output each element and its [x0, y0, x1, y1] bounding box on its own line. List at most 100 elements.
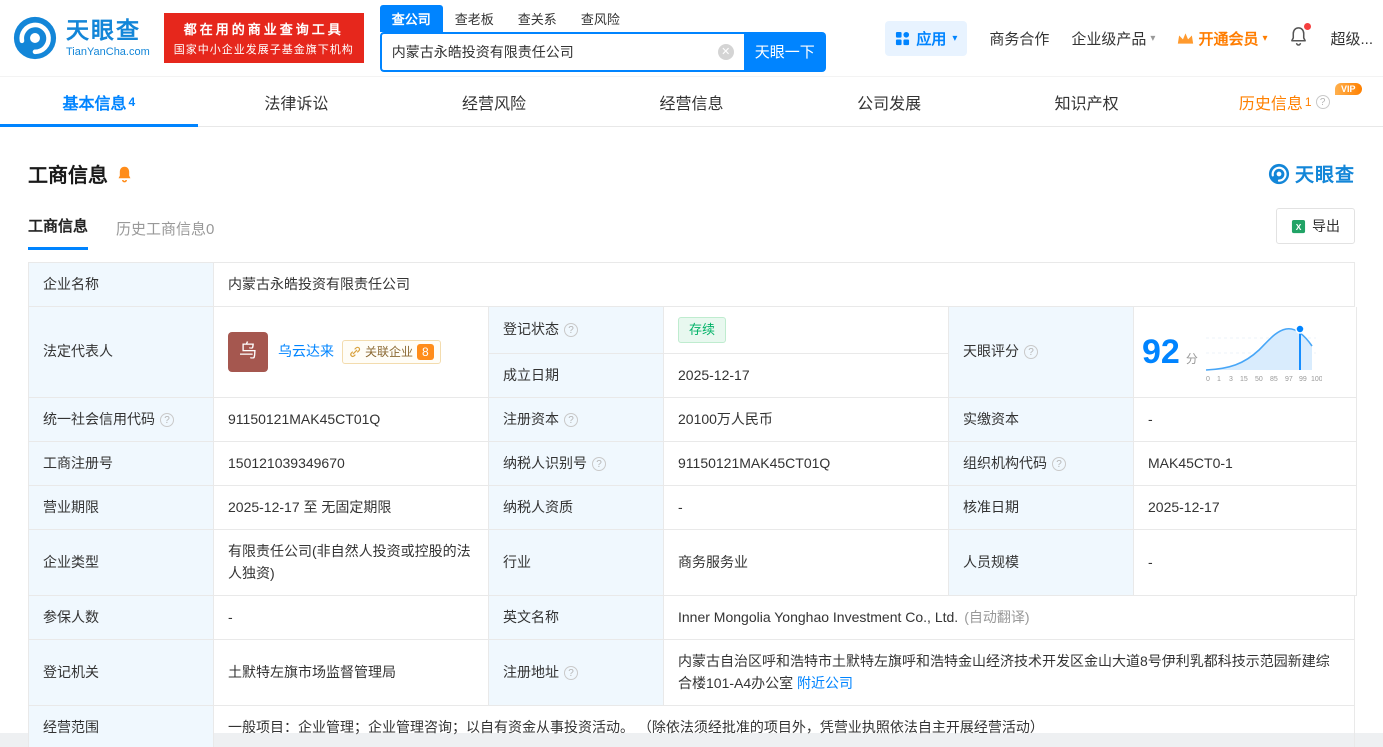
- field-value-approval-date: 2025-12-17: [1134, 486, 1357, 531]
- field-label-taxpayer-quality: 纳税人资质: [489, 486, 664, 531]
- legal-rep-link[interactable]: 乌云达来: [278, 341, 334, 363]
- search-tab-company[interactable]: 查公司: [379, 4, 443, 32]
- search-tab-risk[interactable]: 查风险: [569, 5, 632, 32]
- table-row: 经营范围 一般项目：企业管理；企业管理咨询；以自有资金从事投资活动。 （除依法须…: [29, 706, 1355, 747]
- table-row: 工商注册号 150121039349670 纳税人识别号 ? 91150121M…: [29, 442, 1357, 487]
- field-value-score[interactable]: 92 分 0 1 3 15 50 85 97 99 100: [1134, 307, 1357, 399]
- apps-grid-icon: [896, 31, 910, 45]
- org-code-label-text: 组织机构代码: [963, 454, 1047, 471]
- svg-text:99: 99: [1299, 376, 1307, 383]
- field-value-english-name: Inner Mongolia Yonghao Investment Co., L…: [664, 596, 1355, 641]
- field-value-reg-address: 内蒙古自治区呼和浩特市土默特左旗呼和浩特金山经济技术开发区金山大道8号伊利乳都科…: [664, 640, 1355, 707]
- subtab-business-info[interactable]: 工商信息: [28, 215, 89, 250]
- field-value-insured-count: -: [214, 596, 489, 641]
- tab-legal-litigation-label: 法律诉讼: [264, 95, 329, 113]
- search-input[interactable]: [391, 43, 718, 60]
- svg-text:100: 100: [1311, 376, 1322, 383]
- search-area: 查公司 查老板 查关系 查风险 ✕ 天眼一下: [379, 4, 826, 72]
- field-value-staff-size: -: [1134, 530, 1357, 597]
- subtabs-row: 工商信息 历史工商信息0 X 导出: [28, 208, 1355, 250]
- nav-open-vip[interactable]: 开通会员 ▾: [1177, 28, 1267, 49]
- tab-basic-info[interactable]: 基本信息 4: [0, 77, 198, 127]
- nav-enterprise-label: 企业级产品: [1071, 30, 1147, 48]
- table-row: 企业类型 有限责任公司(非自然人投资或控股的法人独资) 行业 商务服务业 人员规…: [29, 530, 1357, 597]
- field-value-taxpayer-id: 91150121MAK45CT01Q: [664, 442, 949, 487]
- help-icon[interactable]: ?: [564, 323, 578, 338]
- avatar[interactable]: 乌: [228, 332, 268, 373]
- tab-company-development[interactable]: 公司发展: [790, 77, 988, 126]
- field-label-reg-number: 工商注册号: [29, 442, 214, 487]
- nav-super[interactable]: 超级...: [1330, 28, 1373, 49]
- page: 天眼查 TianYanCha.com 都在用的商业查询工具 国家中小企业发展子基…: [0, 0, 1383, 747]
- tab-legal-litigation[interactable]: 法律诉讼: [198, 77, 396, 126]
- tab-history-info-label: 历史信息: [1238, 95, 1303, 113]
- tab-history-info[interactable]: VIP 历史信息 1 ?: [1185, 77, 1383, 126]
- search-tabs: 查公司 查老板 查关系 查风险: [379, 4, 826, 32]
- field-value-industry: 商务服务业: [664, 530, 949, 597]
- field-value-paid-capital: -: [1134, 398, 1357, 443]
- english-name-text: Inner Mongolia Yonghao Investment Co., L…: [678, 608, 959, 625]
- field-value-org-code: MAK45CT0-1: [1134, 442, 1357, 487]
- tab-operation-info[interactable]: 经营信息: [593, 77, 791, 126]
- help-icon[interactable]: ?: [564, 412, 578, 427]
- table-row: 参保人数 - 英文名称 Inner Mongolia Yonghao Inves…: [29, 596, 1355, 641]
- score-curve-chart: 0 1 3 15 50 85 97 99 100: [1205, 324, 1322, 383]
- tab-operation-risk[interactable]: 经营风险: [395, 77, 593, 126]
- tianyancha-logo[interactable]: 天眼查 TianYanCha.com: [12, 15, 150, 61]
- help-icon[interactable]: ?: [1052, 456, 1066, 471]
- nearby-companies-link[interactable]: 附近公司: [797, 675, 853, 691]
- table-row: 营业期限 2025-12-17 至 无固定期限 纳税人资质 - 核准日期 202…: [29, 486, 1357, 531]
- tab-intellectual-property[interactable]: 知识产权: [988, 77, 1186, 126]
- reg-status-label-text: 登记状态: [503, 321, 559, 338]
- field-label-company-type: 企业类型: [29, 530, 214, 597]
- field-label-reg-authority: 登记机关: [29, 640, 214, 707]
- subscribe-bell-icon[interactable]: [116, 165, 133, 183]
- help-icon[interactable]: ?: [1315, 94, 1330, 109]
- tab-intellectual-property-label: 知识产权: [1054, 95, 1119, 113]
- watermark-logo: 天眼查: [1268, 160, 1355, 187]
- nav-enterprise[interactable]: 企业级产品 ▾: [1071, 28, 1155, 49]
- vip-badge: VIP: [1334, 83, 1362, 95]
- subtab-history-business-info[interactable]: 历史工商信息0: [116, 218, 214, 250]
- clear-search-icon[interactable]: ✕: [717, 43, 734, 60]
- search-tab-boss[interactable]: 查老板: [443, 5, 506, 32]
- top-nav: 应用 ▾ 商务合作 企业级产品 ▾ 开通会员 ▾ 超级...: [885, 20, 1373, 56]
- field-value-reg-number: 150121039349670: [214, 442, 489, 487]
- field-label-org-code: 组织机构代码 ?: [949, 442, 1134, 487]
- help-icon[interactable]: ?: [1024, 345, 1038, 360]
- search-tab-relation[interactable]: 查关系: [506, 5, 569, 32]
- excel-icon: X: [1291, 219, 1306, 233]
- related-companies-count: 8: [417, 344, 434, 361]
- main-content: 工商信息 天眼查 工商信息 历史工商信息0 X 导出 企业名称 内蒙古永皓投资有…: [0, 159, 1383, 747]
- score-label-text: 天眼评分: [963, 343, 1019, 360]
- field-label-english-name: 英文名称: [489, 596, 664, 641]
- help-icon[interactable]: ?: [564, 665, 578, 680]
- company-section-tabs: 基本信息 4 法律诉讼 经营风险 经营信息 公司发展 知识产权 VIP 历史信息 1…: [0, 76, 1383, 127]
- tianyancha-logo-icon: [1268, 163, 1290, 184]
- status-badge: 存续: [678, 317, 727, 344]
- nav-apps[interactable]: 应用 ▾: [885, 20, 968, 56]
- page-title: 工商信息: [28, 165, 108, 187]
- svg-text:50: 50: [1255, 376, 1263, 383]
- svg-text:97: 97: [1285, 376, 1293, 383]
- tab-operation-info-label: 经营信息: [659, 95, 724, 113]
- search-button[interactable]: 天眼一下: [743, 31, 826, 72]
- export-button[interactable]: X 导出: [1276, 208, 1355, 244]
- field-label-establish-date: 成立日期: [489, 354, 664, 399]
- help-icon[interactable]: ?: [160, 412, 174, 427]
- help-icon[interactable]: ?: [592, 456, 606, 471]
- promo-line2: 国家中小企业发展子基金旗下机构: [173, 44, 354, 56]
- related-companies-label: 关联企业: [365, 344, 414, 359]
- notification-bell-icon[interactable]: [1289, 23, 1312, 50]
- reg-address-text: 内蒙古自治区呼和浩特市土默特左旗呼和浩特金山经济技术开发区金山大道8号伊利乳都科…: [678, 652, 1330, 691]
- watermark-brand-text: 天眼查: [1294, 165, 1355, 186]
- field-value-reg-capital: 20100万人民币: [664, 398, 949, 443]
- related-companies-chip[interactable]: 关联企业 8: [342, 339, 441, 365]
- business-info-table: 企业名称 内蒙古永皓投资有限责任公司 法定代表人 乌 乌云达来 关联企业 8 登…: [28, 262, 1357, 747]
- field-label-approval-date: 核准日期: [949, 486, 1134, 531]
- logo-brand-text: 天眼查: [66, 17, 141, 44]
- field-value-taxpayer-quality: -: [664, 486, 949, 531]
- taxpayer-id-label-text: 纳税人识别号: [503, 454, 587, 471]
- nav-cooperation[interactable]: 商务合作: [989, 28, 1049, 49]
- field-value-business-scope: 一般项目：企业管理；企业管理咨询；以自有资金从事投资活动。 （除依法须经批准的项…: [214, 706, 1355, 747]
